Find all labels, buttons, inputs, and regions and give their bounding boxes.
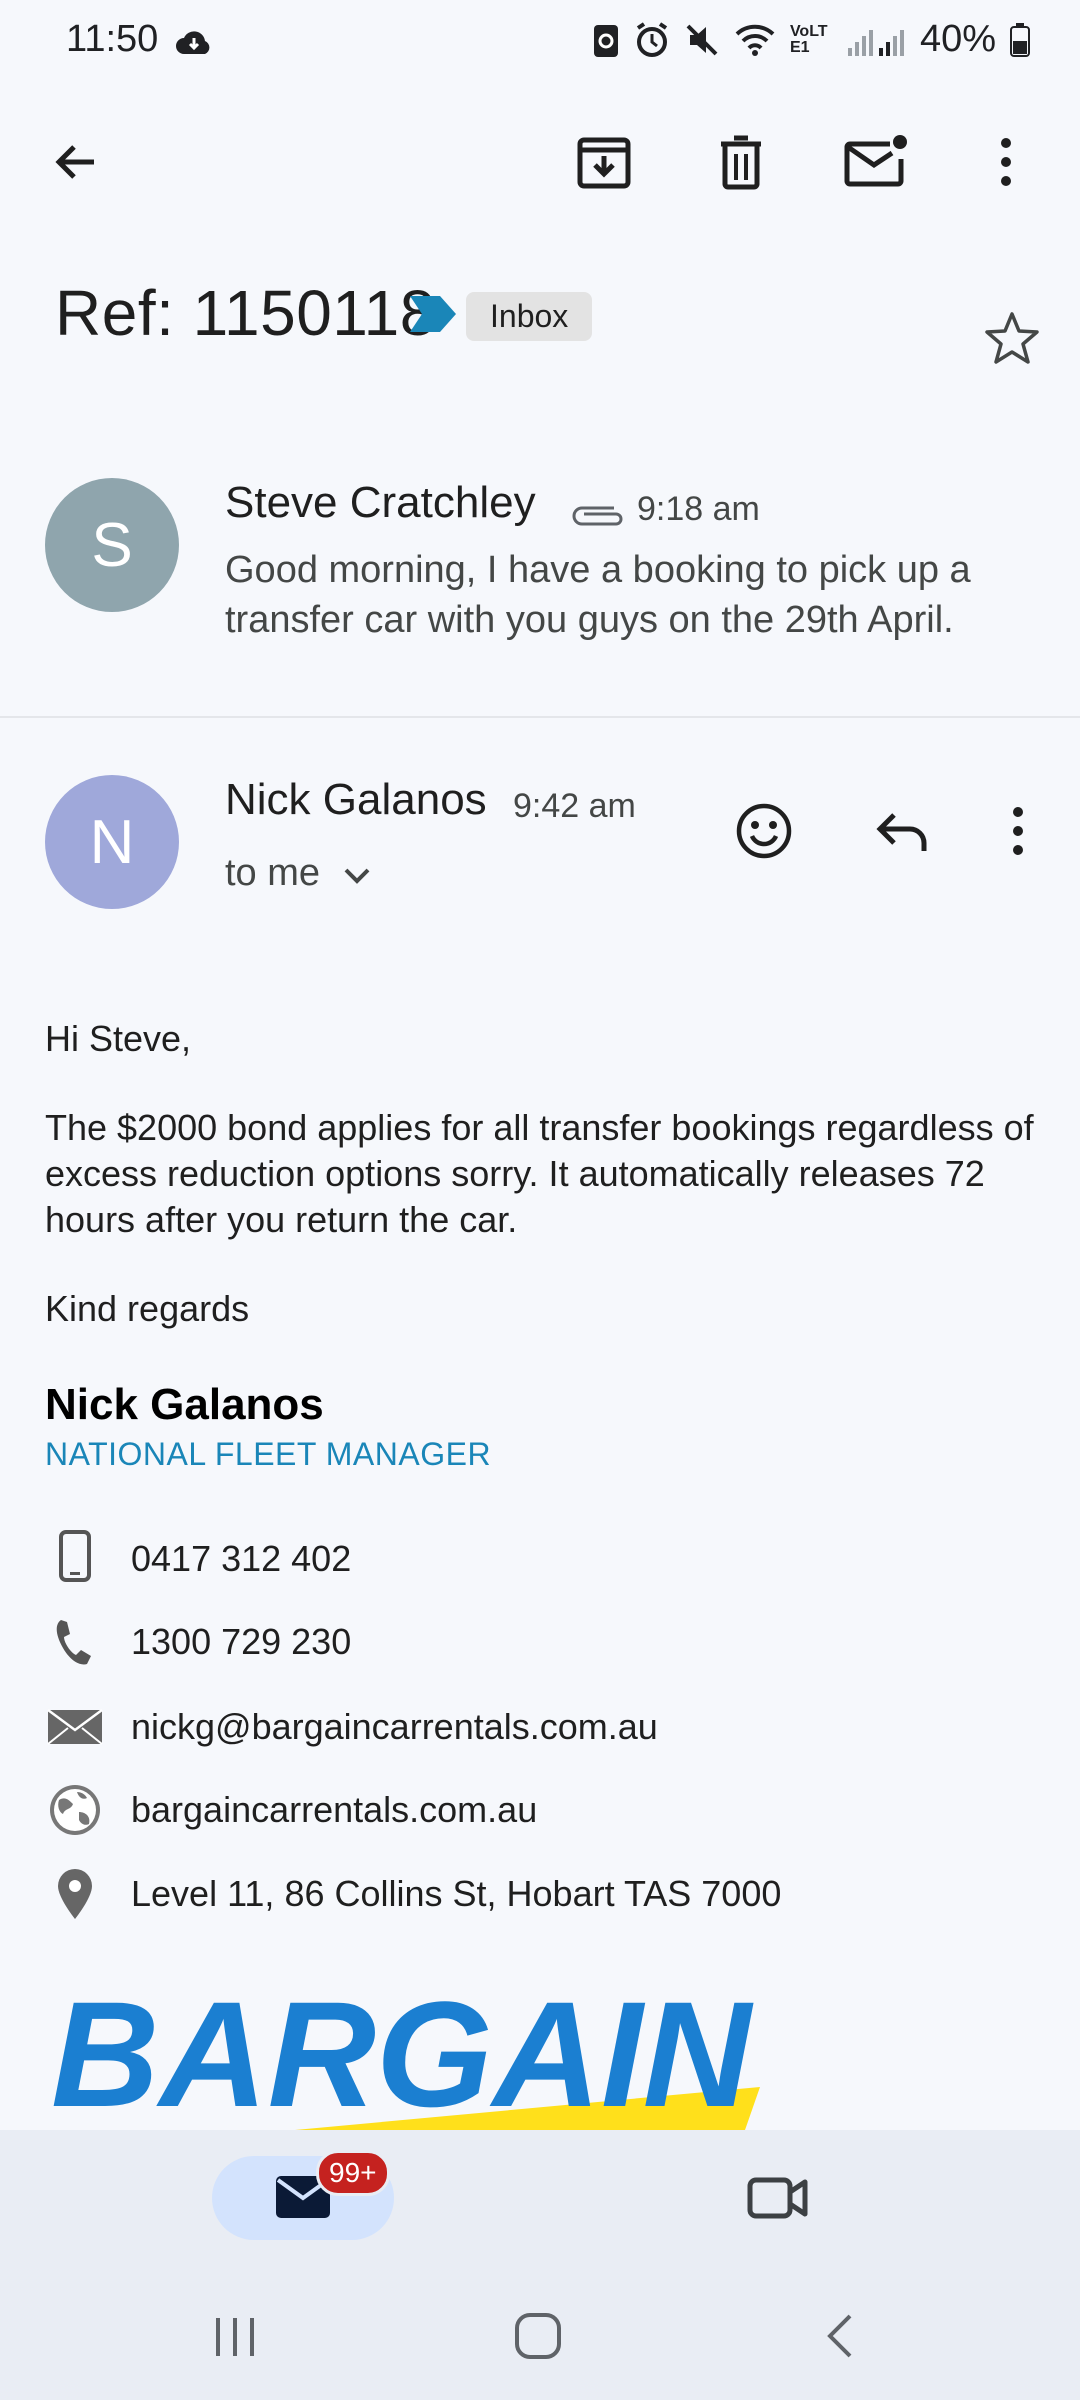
meet-tab[interactable] bbox=[742, 2162, 814, 2234]
greeting: Hi Steve, bbox=[45, 1018, 192, 1059]
chevron-left-icon bbox=[827, 2314, 852, 2358]
logo-text: BARGAIN bbox=[51, 1982, 754, 2130]
address-text[interactable]: Level 11, 86 Collins St, Hobart TAS 7000 bbox=[131, 1873, 781, 1915]
contact-address: Level 11, 86 Collins St, Hobart TAS 7000 bbox=[45, 1864, 781, 1924]
label-arrow-icon bbox=[408, 294, 458, 334]
back-button[interactable] bbox=[40, 126, 112, 198]
divider bbox=[0, 716, 1080, 718]
volte-label: VoLTE1 bbox=[789, 22, 828, 56]
sender-name: Nick Galanos bbox=[225, 775, 487, 824]
archive-button[interactable] bbox=[568, 126, 640, 198]
video-camera-icon bbox=[747, 2177, 808, 2219]
star-button[interactable] bbox=[976, 302, 1048, 374]
subject: Ref: 1150118 bbox=[55, 277, 436, 349]
avatar-letter: S bbox=[91, 510, 133, 580]
delete-icon bbox=[721, 135, 761, 190]
system-back-button[interactable] bbox=[822, 2310, 858, 2362]
contact-mobile: 0417 312 402 bbox=[45, 1526, 351, 1586]
envelope-icon bbox=[45, 1697, 105, 1757]
phone-icon bbox=[45, 1612, 105, 1672]
chevron-down-icon bbox=[344, 868, 370, 884]
home-button[interactable] bbox=[512, 2310, 564, 2362]
avatar[interactable]: S bbox=[45, 478, 179, 612]
sender-name: Steve Cratchley bbox=[225, 478, 536, 527]
globe-icon bbox=[45, 1780, 105, 1840]
recent-apps-icon bbox=[216, 2318, 254, 2356]
home-icon bbox=[515, 2313, 561, 2359]
wifi-icon bbox=[734, 22, 776, 58]
message-time: 9:18 am bbox=[637, 490, 760, 528]
alarm-icon bbox=[634, 21, 670, 58]
more-vert-icon bbox=[1013, 807, 1023, 855]
battery-icon bbox=[1010, 22, 1030, 57]
phone-number[interactable]: 1300 729 230 bbox=[131, 1621, 351, 1663]
more-options-button[interactable] bbox=[970, 126, 1042, 198]
website-link[interactable]: bargaincarrentals.com.au bbox=[131, 1789, 537, 1831]
mobile-number[interactable]: 0417 312 402 bbox=[131, 1538, 351, 1580]
mark-unread-button[interactable] bbox=[840, 126, 912, 198]
status-time: 11:50 bbox=[66, 18, 159, 60]
star-icon bbox=[985, 312, 1039, 364]
message-more-button[interactable] bbox=[982, 795, 1054, 867]
bargain-logo: BARGAIN bbox=[45, 1982, 760, 2130]
mobile-phone-icon bbox=[45, 1526, 105, 1586]
message-snippet[interactable]: Good morning, I have a booking to pick u… bbox=[225, 545, 1025, 645]
status-icons: VoLTE1 40% bbox=[592, 18, 1030, 61]
contact-website: bargaincarrentals.com.au bbox=[45, 1780, 537, 1840]
message-time: 9:42 am bbox=[513, 787, 636, 825]
cloud-icon bbox=[174, 26, 214, 58]
more-vert-icon bbox=[1001, 138, 1011, 186]
signal-icon bbox=[846, 22, 906, 58]
contact-email: nickg@bargaincarrentals.com.au bbox=[45, 1697, 658, 1757]
signature-name: Nick Galanos bbox=[45, 1380, 324, 1429]
recent-apps-button[interactable] bbox=[210, 2312, 260, 2362]
reply-button[interactable] bbox=[866, 795, 938, 867]
avatar-letter: N bbox=[89, 807, 135, 877]
contact-phone: 1300 729 230 bbox=[45, 1612, 351, 1672]
unread-count-badge: 99+ bbox=[316, 2150, 390, 2196]
arrow-back-icon bbox=[55, 145, 94, 179]
delete-button[interactable] bbox=[705, 126, 777, 198]
battery-level: 40% bbox=[919, 18, 996, 60]
signature-title: NATIONAL FLEET MANAGER bbox=[45, 1436, 492, 1472]
attachment-icon bbox=[570, 500, 624, 530]
message-body: The $2000 bond applies for all transfer … bbox=[45, 1107, 1034, 1240]
recipient-toggle[interactable]: to me bbox=[225, 852, 372, 895]
location-pin-icon bbox=[45, 1864, 105, 1924]
reply-icon bbox=[876, 813, 927, 851]
archive-icon bbox=[577, 137, 631, 189]
mute-icon bbox=[684, 22, 720, 58]
emoji-icon bbox=[736, 803, 792, 859]
closing: Kind regards bbox=[45, 1288, 250, 1329]
mark-unread-icon bbox=[844, 135, 907, 187]
inbox-label[interactable]: Inbox bbox=[466, 292, 593, 341]
emoji-reaction-button[interactable] bbox=[728, 795, 800, 867]
recycle-icon bbox=[592, 21, 620, 59]
avatar[interactable]: N bbox=[45, 775, 179, 909]
recipient-label: to me bbox=[225, 852, 321, 894]
email-address[interactable]: nickg@bargaincarrentals.com.au bbox=[131, 1706, 658, 1748]
